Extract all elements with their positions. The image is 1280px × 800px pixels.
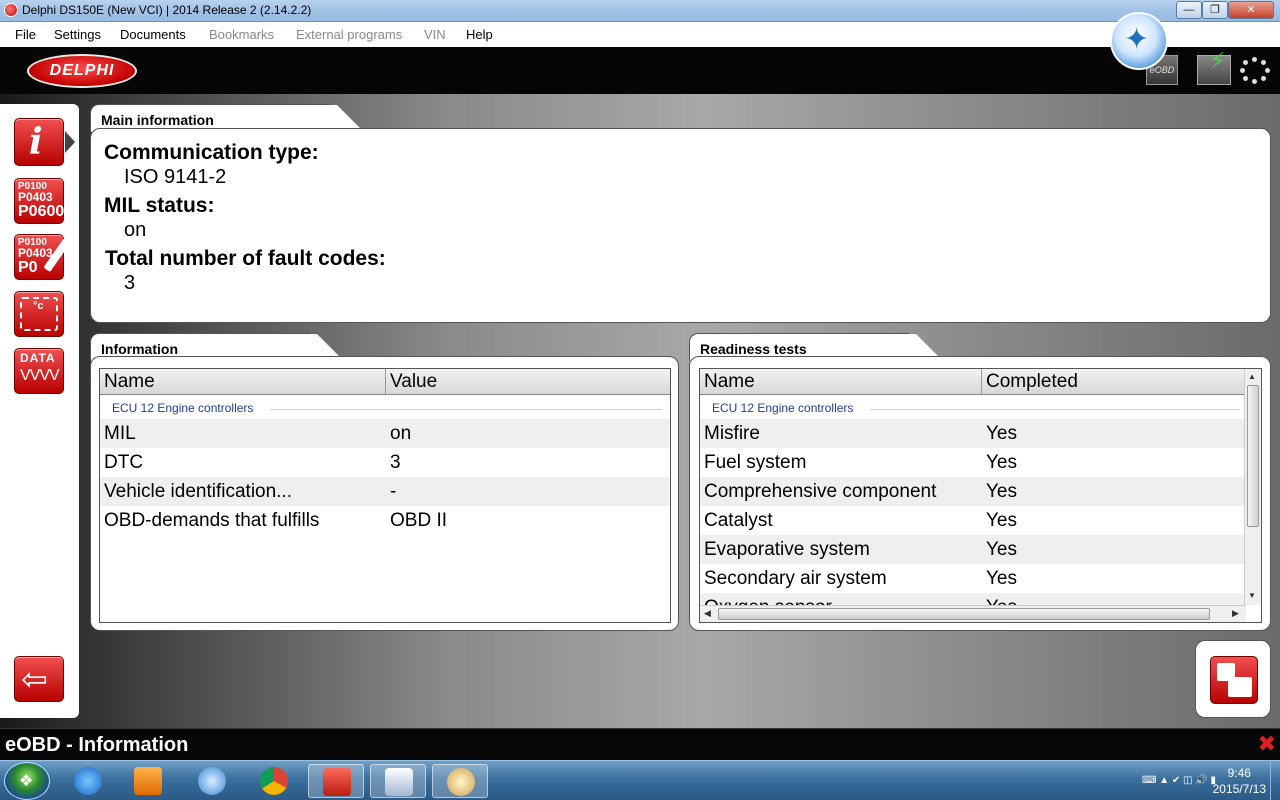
info-button[interactable]: i xyxy=(14,118,75,166)
mil-status-value: on xyxy=(124,219,147,241)
table-row[interactable]: OBD-demands that fulfills OBD II xyxy=(100,506,670,535)
scroll-right-icon[interactable]: ▶ xyxy=(1232,608,1239,619)
taskbar-bird-app[interactable] xyxy=(184,764,240,798)
delphi-logo: DELPHI xyxy=(27,54,137,88)
menu-external-programs[interactable]: External programs xyxy=(296,27,402,42)
column-header-completed[interactable]: Completed xyxy=(982,369,1246,395)
main-information-panel: Communication type: ISO 9141-2 MIL statu… xyxy=(90,128,1271,323)
readiness-table: Name Completed ECU 12 Engine controllers… xyxy=(699,368,1262,623)
column-header-value[interactable]: Value xyxy=(386,369,670,395)
fault-count-value: 3 xyxy=(124,272,136,294)
app-icon xyxy=(4,3,18,17)
table-row[interactable]: Fuel system Yes xyxy=(700,448,1246,477)
clock-time: 9:46 xyxy=(1227,766,1251,780)
clear-fault-codes-button[interactable]: P0100 P0403 P0 xyxy=(14,234,71,280)
scroll-left-icon[interactable]: ◀ xyxy=(704,608,711,619)
info-icon: i xyxy=(29,121,43,163)
maximize-button[interactable]: ❐ xyxy=(1202,1,1228,19)
app-header: DELPHI xyxy=(0,47,1280,94)
table-row[interactable]: MIL on xyxy=(100,419,670,448)
minimize-button[interactable]: — xyxy=(1176,1,1202,19)
column-header-name[interactable]: Name xyxy=(700,369,982,395)
group-header: ECU 12 Engine controllers xyxy=(712,401,854,415)
taskbar-ie[interactable] xyxy=(60,764,116,798)
menu-vin[interactable]: VIN xyxy=(424,27,446,42)
menu-help[interactable]: Help xyxy=(466,27,493,42)
printer-icon xyxy=(1228,677,1252,697)
mil-status-label: MIL status: xyxy=(104,194,215,217)
window-title-bar: Delphi DS150E (New VCI) | 2014 Release 2… xyxy=(0,0,1280,22)
close-x-icon[interactable]: ✖ xyxy=(1258,731,1276,757)
communication-type-label: Communication type: xyxy=(104,141,319,164)
status-bar: eOBD - Information ✖ xyxy=(0,728,1280,760)
information-table: Name Value ECU 12 Engine controllers MIL… xyxy=(99,368,671,623)
bird-logo-icon: ✦ xyxy=(1110,12,1168,70)
status-title: eOBD - Information xyxy=(5,734,189,756)
system-tray[interactable]: ⌨ ▲ ✔ ◫ 🔊 ▮ xyxy=(1142,775,1216,786)
menu-documents[interactable]: Documents xyxy=(120,27,186,42)
window-title: Delphi DS150E (New VCI) | 2014 Release 2… xyxy=(22,3,312,17)
loading-spinner-icon xyxy=(1240,57,1270,84)
taskbar-delphi-toolbox[interactable] xyxy=(308,764,364,798)
chrome-icon xyxy=(260,767,288,795)
windows-logo-icon: ❖ xyxy=(19,773,34,790)
scroll-thumb[interactable] xyxy=(1247,385,1259,527)
taskbar-media-player[interactable] xyxy=(120,764,176,798)
close-button[interactable]: ✕ xyxy=(1228,1,1274,19)
vertical-scrollbar[interactable]: ▲ ▼ xyxy=(1244,369,1261,605)
clock-date: 2015/7/13 xyxy=(1212,782,1266,796)
internet-explorer-icon xyxy=(74,767,102,795)
taskbar-paint[interactable] xyxy=(432,764,488,798)
show-desktop-button[interactable] xyxy=(1270,761,1280,800)
waveform-icon: VVVV xyxy=(20,367,60,384)
battery-icon[interactable]: ⚡ xyxy=(1197,50,1231,85)
menu-bookmarks[interactable]: Bookmarks xyxy=(209,27,274,42)
table-row[interactable]: Evaporative system Yes xyxy=(700,535,1246,564)
clock[interactable]: 9:46 2015/7/13 xyxy=(1213,765,1266,797)
taskbar-window-app[interactable] xyxy=(370,764,426,798)
information-panel: Name Value ECU 12 Engine controllers MIL… xyxy=(90,356,679,631)
group-header: ECU 12 Engine controllers xyxy=(112,401,254,415)
table-row[interactable]: Vehicle identification... - xyxy=(100,477,670,506)
live-data-button[interactable]: °c xyxy=(14,291,64,337)
scroll-up-icon[interactable]: ▲ xyxy=(1248,372,1256,381)
table-row[interactable]: DTC 3 xyxy=(100,448,670,477)
table-row[interactable]: Misfire Yes xyxy=(700,419,1246,448)
table-row[interactable]: Secondary air system Yes xyxy=(700,564,1246,593)
data-button[interactable]: DATA VVVV xyxy=(14,348,64,394)
readiness-tests-panel: Name Completed ECU 12 Engine controllers… xyxy=(689,356,1271,631)
back-arrow-icon: ⇦ xyxy=(21,661,48,697)
paint-icon xyxy=(447,768,475,796)
table-header: Name Value xyxy=(100,369,670,395)
menu-bar: File Settings Documents Bookmarks Extern… xyxy=(0,22,1280,47)
taskbar-chrome[interactable] xyxy=(246,764,302,798)
scroll-down-icon[interactable]: ▼ xyxy=(1248,591,1256,600)
menu-settings[interactable]: Settings xyxy=(54,27,101,42)
bird-app-icon xyxy=(198,767,226,795)
window-app-icon xyxy=(385,768,413,796)
communication-type-value: ISO 9141-2 xyxy=(124,166,227,188)
table-header: Name Completed xyxy=(700,369,1246,395)
fault-count-label: Total number of fault codes: xyxy=(105,247,386,270)
fault-codes-button[interactable]: P0100 P0403 P0600 xyxy=(14,178,64,224)
save-print-area xyxy=(1195,640,1271,718)
media-player-icon xyxy=(134,767,162,795)
table-row[interactable]: Comprehensive component Yes xyxy=(700,477,1246,506)
menu-file[interactable]: File xyxy=(15,27,36,42)
windows-taskbar: ❖ ⌨ ▲ ✔ ◫ 🔊 ▮ 9:46 2015/7/13 xyxy=(0,760,1280,800)
start-button[interactable]: ❖ xyxy=(4,762,50,800)
scroll-thumb[interactable] xyxy=(718,608,1210,620)
back-button[interactable]: ⇦ xyxy=(14,656,64,702)
table-row[interactable]: Catalyst Yes xyxy=(700,506,1246,535)
toolbox-icon xyxy=(323,768,351,796)
column-header-name[interactable]: Name xyxy=(100,369,386,395)
save-print-button[interactable] xyxy=(1210,656,1258,704)
horizontal-scrollbar[interactable]: ◀ ▶ xyxy=(700,605,1246,622)
